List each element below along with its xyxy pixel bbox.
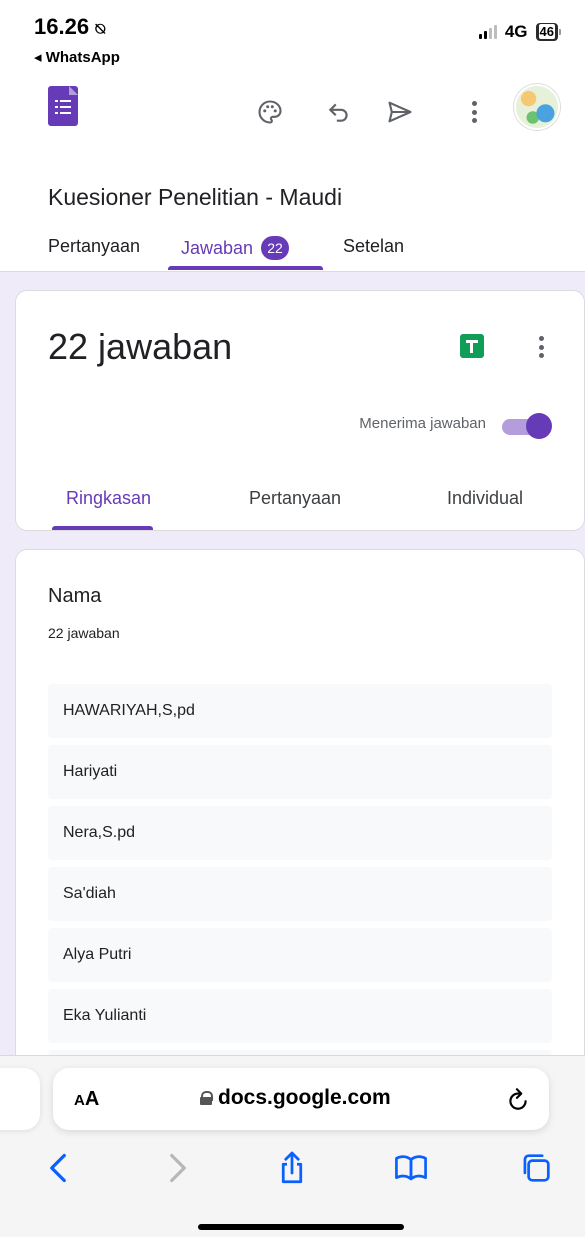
list-item: Eka Yulianti (48, 989, 552, 1043)
status-time: 16.26 ⍉ (34, 14, 106, 39)
tab-jawaban-label: Jawaban (181, 238, 254, 258)
list-item: Sa'diah (48, 867, 552, 921)
tabs-icon[interactable] (518, 1150, 554, 1186)
list-item: Hariyati (48, 745, 552, 799)
network-label: 4G (504, 22, 528, 41)
list-item: Alya Putri (48, 928, 552, 982)
forward-icon[interactable] (160, 1150, 196, 1186)
response-count-badge: 22 (261, 236, 290, 260)
bookmarks-icon[interactable] (393, 1150, 429, 1186)
silent-icon: ⍉ (91, 21, 106, 38)
question-title: Nama (48, 585, 102, 607)
back-to-whatsapp[interactable]: ◂ WhatsApp (34, 48, 120, 66)
tab-pertanyaan[interactable]: Pertanyaan (48, 236, 140, 257)
subtab-pertanyaan[interactable]: Pertanyaan (249, 488, 341, 509)
reader-settings-button[interactable]: AA (74, 1088, 99, 1111)
tab-jawaban[interactable]: Jawaban 22 (181, 236, 290, 260)
more-vert-icon[interactable] (464, 98, 484, 126)
active-tab-indicator (168, 266, 323, 270)
forms-logo-icon[interactable] (48, 86, 78, 126)
sheets-icon[interactable] (460, 334, 484, 358)
response-count: 22 jawaban (48, 326, 233, 367)
divider (0, 271, 585, 272)
accepting-responses-toggle[interactable] (502, 413, 552, 439)
form-title: Kuesioner Penelitian - Maudi (48, 184, 343, 210)
lock-icon (200, 1091, 213, 1105)
tab-setelan[interactable]: Setelan (343, 236, 404, 257)
battery-icon: 46 (535, 23, 561, 41)
subtab-individual[interactable]: Individual (447, 488, 523, 509)
question-response-count: 22 jawaban (48, 625, 120, 641)
reload-icon[interactable] (505, 1084, 531, 1114)
url-text: docs.google.com (218, 1086, 391, 1109)
share-icon[interactable] (274, 1150, 310, 1186)
signal-icon (478, 25, 497, 39)
send-icon[interactable] (384, 96, 416, 128)
more-vert-icon[interactable] (531, 333, 551, 361)
avatar[interactable] (514, 84, 560, 130)
active-subtab-indicator (52, 526, 153, 530)
palette-icon[interactable] (254, 96, 286, 128)
accepting-responses-label: Menerima jawaban (359, 415, 486, 432)
list-item: HAWARIYAH,S,pd (48, 684, 552, 738)
list-item: Nera,S.pd (48, 806, 552, 860)
undo-icon[interactable] (323, 96, 355, 128)
status-indicators: 4G 46 (478, 22, 561, 42)
previous-tab-pill[interactable] (0, 1068, 40, 1130)
subtab-ringkasan[interactable]: Ringkasan (66, 488, 151, 509)
back-icon[interactable] (40, 1150, 76, 1186)
url-display[interactable]: docs.google.com (200, 1086, 391, 1110)
home-indicator[interactable] (198, 1224, 404, 1230)
battery-level: 46 (538, 24, 555, 39)
